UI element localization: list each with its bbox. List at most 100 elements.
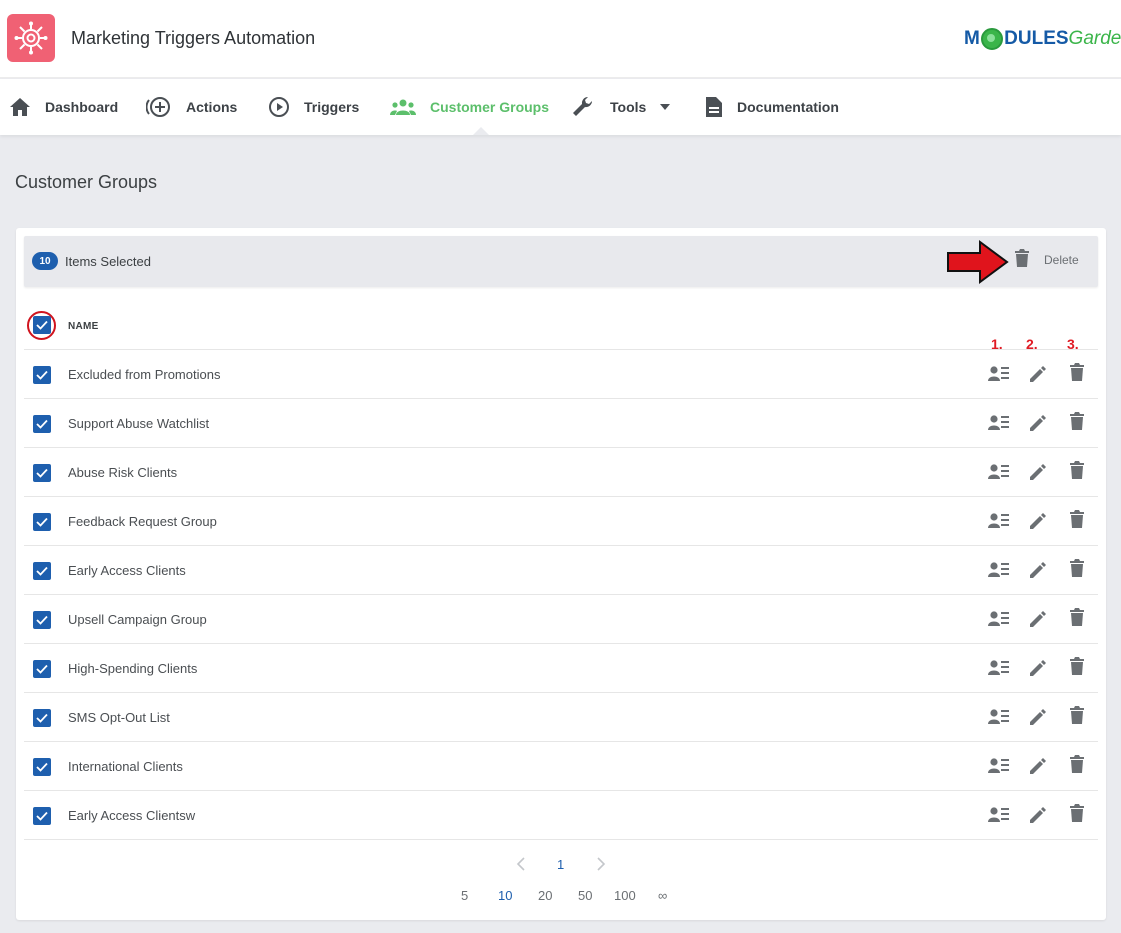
edit-pencil-icon[interactable] (1028, 511, 1048, 531)
row-checkbox[interactable] (33, 562, 51, 580)
checkmark-icon (36, 664, 48, 674)
group-name: Feedback Request Group (68, 514, 217, 529)
checkmark-icon (36, 566, 48, 576)
view-customers-icon[interactable] (988, 561, 1010, 578)
edit-pencil-icon[interactable] (1028, 707, 1048, 727)
delete-trash-icon[interactable] (1070, 559, 1084, 577)
pagination-current-page[interactable]: 1 (557, 857, 564, 872)
delete-trash-icon[interactable] (1070, 461, 1084, 479)
table-row: Feedback Request Group (24, 497, 1098, 546)
row-checkbox[interactable] (33, 366, 51, 384)
pagination-next-icon[interactable] (596, 857, 606, 871)
brand-text-garden: Garden (1068, 28, 1121, 49)
delete-trash-icon[interactable] (1070, 755, 1084, 773)
checkmark-icon (36, 713, 48, 723)
delete-trash-icon[interactable] (1070, 706, 1084, 724)
group-name: Early Access Clients (68, 563, 186, 578)
edit-pencil-icon[interactable] (1028, 756, 1048, 776)
globe-icon (981, 28, 1004, 50)
checkmark-icon (36, 517, 48, 527)
nav-label: Documentation (737, 99, 839, 115)
row-checkbox[interactable] (33, 758, 51, 776)
wrench-icon (573, 96, 593, 116)
group-name: High-Spending Clients (68, 661, 198, 676)
edit-pencil-icon[interactable] (1028, 413, 1048, 433)
nav-item-actions[interactable]: Actions (146, 79, 237, 135)
customer-groups-panel: 10 Items Selected Delete NAME 1. 2. 3. E… (16, 228, 1106, 920)
edit-pencil-icon[interactable] (1028, 658, 1048, 678)
group-icon (390, 99, 416, 115)
nav-item-documentation[interactable]: Documentation (705, 79, 839, 135)
checkmark-icon (36, 468, 48, 478)
per-page-option-10[interactable]: 10 (498, 888, 512, 903)
nav-label: Actions (186, 99, 238, 115)
table-row: Early Access Clients (24, 546, 1098, 595)
nav-label: Tools (610, 99, 647, 115)
delete-trash-icon[interactable] (1070, 657, 1084, 675)
delete-trash-icon[interactable] (1070, 510, 1084, 528)
row-checkbox[interactable] (33, 611, 51, 629)
view-customers-icon[interactable] (988, 365, 1010, 382)
bulk-delete-icon[interactable] (1015, 249, 1029, 267)
delete-trash-icon[interactable] (1070, 804, 1084, 822)
nav-item-triggers[interactable]: Triggers (268, 79, 359, 135)
checkmark-icon (36, 811, 48, 821)
per-page-option-100[interactable]: 100 (614, 888, 636, 903)
edit-pencil-icon[interactable] (1028, 462, 1048, 482)
view-customers-icon[interactable] (988, 463, 1010, 480)
row-checkbox[interactable] (33, 415, 51, 433)
checkmark-icon (36, 615, 48, 625)
delete-trash-icon[interactable] (1070, 363, 1084, 381)
selected-items-text: Items Selected (65, 254, 151, 269)
edit-pencil-icon[interactable] (1028, 364, 1048, 384)
row-checkbox[interactable] (33, 709, 51, 727)
group-name: SMS Opt-Out List (68, 710, 170, 725)
table-header: NAME 1. 2. 3. (24, 302, 1098, 352)
main-nav: Dashboard Actions Triggers Customer Grou… (0, 79, 1121, 135)
row-checkbox[interactable] (33, 660, 51, 678)
group-name: Abuse Risk Clients (68, 465, 178, 480)
select-all-checkbox[interactable] (33, 316, 51, 334)
table-row: SMS Opt-Out List (24, 693, 1098, 742)
nav-item-customer-groups[interactable]: Customer Groups (390, 79, 549, 135)
modulesgarden-logo[interactable]: M DULES Garden (964, 26, 1121, 52)
page-title: Customer Groups (15, 172, 158, 192)
active-nav-pointer (473, 127, 489, 135)
row-checkbox[interactable] (33, 807, 51, 825)
top-bar: Marketing Triggers Automation M DULES Ga… (0, 0, 1121, 78)
view-customers-icon[interactable] (988, 414, 1010, 431)
bulk-delete-button[interactable]: Delete (1044, 253, 1079, 267)
per-page-option-5[interactable]: 5 (461, 888, 468, 903)
edit-pencil-icon[interactable] (1028, 609, 1048, 629)
pagination-prev-icon[interactable] (516, 857, 526, 871)
red-arrow-annotation-icon (947, 240, 1009, 284)
delete-trash-icon[interactable] (1070, 608, 1084, 626)
home-icon (10, 98, 30, 116)
group-name: International Clients (68, 759, 183, 774)
checkmark-icon (36, 320, 48, 330)
per-page-option-50[interactable]: 50 (578, 888, 592, 903)
selected-count-badge: 10 (32, 252, 58, 270)
app-logo-icon (7, 14, 55, 62)
per-page-option-all[interactable]: ∞ (658, 888, 667, 903)
view-customers-icon[interactable] (988, 659, 1010, 676)
edit-pencil-icon[interactable] (1028, 805, 1048, 825)
delete-trash-icon[interactable] (1070, 412, 1084, 430)
nav-label: Triggers (304, 99, 360, 115)
view-customers-icon[interactable] (988, 610, 1010, 627)
view-customers-icon[interactable] (988, 512, 1010, 529)
group-name: Excluded from Promotions (68, 367, 221, 382)
nav-item-tools[interactable]: Tools (572, 79, 671, 135)
view-customers-icon[interactable] (988, 708, 1010, 725)
edit-pencil-icon[interactable] (1028, 560, 1048, 580)
row-checkbox[interactable] (33, 513, 51, 531)
row-checkbox[interactable] (33, 464, 51, 482)
view-customers-icon[interactable] (988, 806, 1010, 823)
group-name: Support Abuse Watchlist (68, 416, 210, 431)
table-row: Abuse Risk Clients (24, 448, 1098, 497)
per-page-option-20[interactable]: 20 (538, 888, 552, 903)
nav-item-dashboard[interactable]: Dashboard (9, 79, 118, 135)
view-customers-icon[interactable] (988, 757, 1010, 774)
document-icon (706, 97, 722, 117)
brand-text-dules: DULES (1004, 28, 1069, 49)
